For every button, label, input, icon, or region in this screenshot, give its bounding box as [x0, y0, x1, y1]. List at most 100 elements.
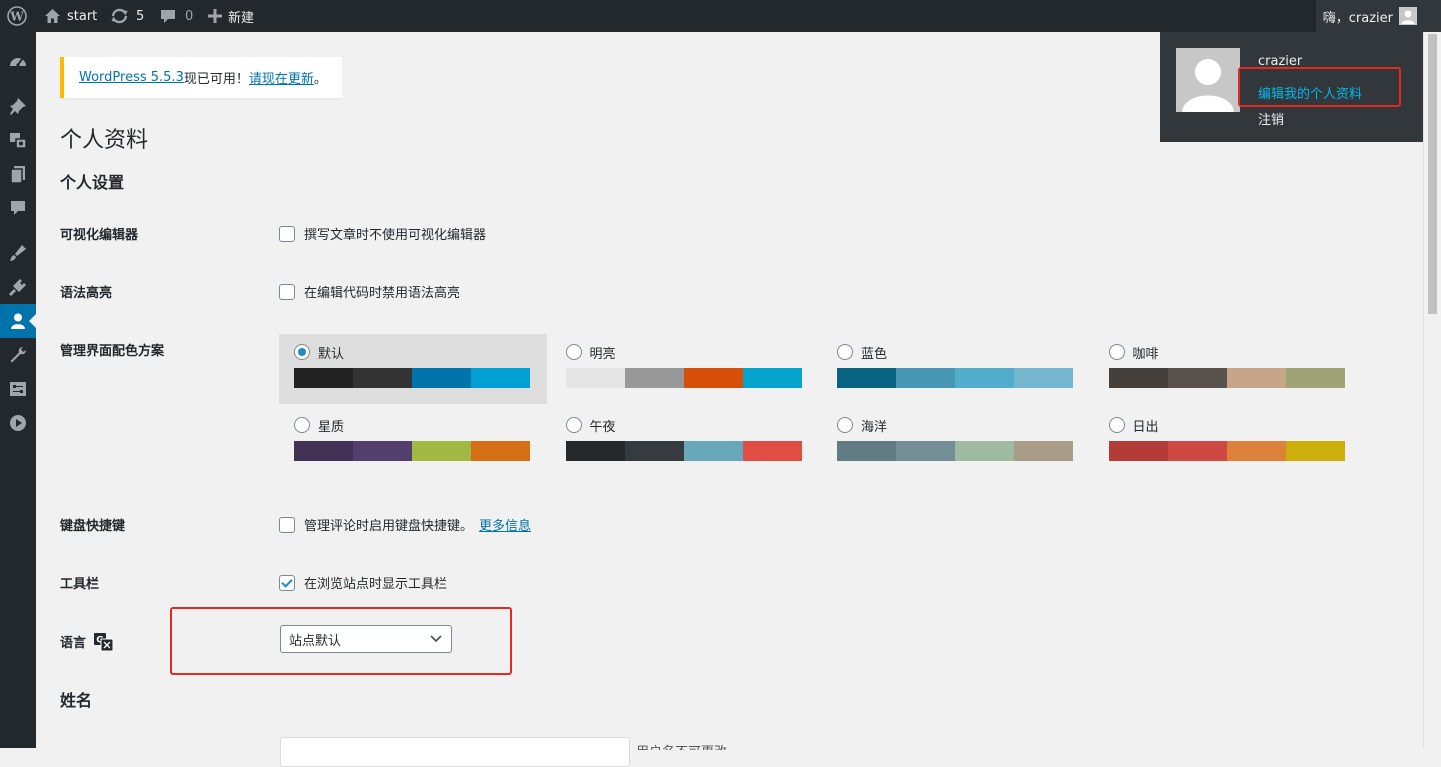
color-scheme-radio[interactable]	[294, 344, 310, 360]
color-scheme-radio[interactable]	[837, 344, 853, 360]
svg-text:W: W	[9, 10, 24, 24]
color-scheme-radio[interactable]	[294, 417, 310, 433]
updates-link[interactable]: 5	[110, 0, 144, 32]
syntax-highlight-label: 语法高亮	[60, 286, 113, 301]
color-scheme-option[interactable]: 海洋	[822, 407, 1090, 477]
color-scheme-option[interactable]: 日出	[1094, 407, 1362, 477]
color-scheme-header: 海洋	[837, 416, 1090, 435]
posts-pin-icon[interactable]	[0, 89, 36, 123]
color-swatches	[294, 368, 547, 388]
vertical-scrollbar[interactable]	[1423, 32, 1441, 748]
collapse-play-icon[interactable]	[0, 406, 36, 440]
my-account-link[interactable]: 嗨，crazier	[1315, 0, 1441, 32]
section-name-heading: 姓名	[60, 691, 93, 710]
notice-text: 现已可用！	[183, 72, 249, 87]
toolbar-checkbox[interactable]	[279, 574, 295, 591]
color-swatch	[1167, 368, 1227, 388]
color-swatches	[294, 441, 547, 461]
color-scheme-header: 蓝色	[837, 343, 1090, 362]
color-swatch	[1285, 368, 1345, 388]
site-name: start	[67, 8, 98, 24]
color-scheme-radio[interactable]	[565, 344, 582, 360]
keyboard-shortcuts-checkbox[interactable]	[279, 516, 295, 533]
color-swatch	[1108, 441, 1168, 461]
keyboard-shortcuts-option: 管理评论时启用键盘快捷键。	[304, 519, 474, 534]
color-scheme-option[interactable]: 蓝色	[822, 334, 1090, 404]
color-scheme-header: 咖啡	[1108, 343, 1362, 362]
keyboard-shortcuts-field[interactable]: 管理评论时启用键盘快捷键。 更多信息	[279, 515, 531, 534]
wordpress-version-link[interactable]: WordPress 5.5.3	[79, 70, 184, 85]
color-swatch	[624, 368, 684, 388]
new-content-link[interactable]: 新建	[208, 0, 254, 32]
notice-end: 。	[313, 72, 327, 87]
color-scheme-header: 明亮	[565, 343, 819, 362]
toolbar-field[interactable]: 在浏览站点时显示工具栏	[279, 573, 447, 592]
syntax-highlight-checkbox[interactable]	[279, 283, 295, 300]
color-scheme-option[interactable]: 明亮	[551, 334, 819, 404]
comments-icon[interactable]	[0, 191, 36, 225]
update-notice: WordPress 5.5.3 现已可用！ 请现在更新。	[60, 57, 342, 98]
username-hint: 用户名不可更改。	[636, 741, 740, 750]
language-label: 语言	[60, 636, 87, 651]
update-now-link[interactable]: 请现在更新	[249, 68, 314, 87]
settings-icon[interactable]	[0, 372, 36, 406]
comments-link[interactable]: 0	[160, 0, 193, 32]
color-scheme-name: 海洋	[861, 419, 888, 435]
color-swatch	[742, 441, 802, 461]
color-scheme-option[interactable]: 星质	[279, 407, 547, 477]
site-name-link[interactable]: start	[44, 0, 97, 32]
avatar-large[interactable]	[1176, 48, 1240, 112]
translation-icon: G	[94, 632, 114, 651]
color-swatch	[837, 368, 896, 388]
color-scheme-radio[interactable]	[1108, 344, 1125, 360]
tools-icon[interactable]	[0, 338, 36, 372]
page-title: 个人资料	[60, 128, 149, 153]
comments-count: 0	[185, 8, 194, 24]
more-info-link[interactable]: 更多信息	[479, 515, 531, 534]
color-scheme-radio[interactable]	[837, 417, 853, 433]
color-scheme-radio[interactable]	[1108, 417, 1125, 433]
visual-editor-checkbox[interactable]	[279, 225, 295, 242]
color-swatches	[565, 441, 819, 461]
color-swatches	[565, 368, 819, 388]
color-swatch	[955, 368, 1014, 388]
color-scheme-option[interactable]: 午夜	[551, 407, 819, 477]
users-icon[interactable]	[0, 304, 36, 338]
color-swatch	[1226, 441, 1286, 461]
syntax-highlight-field[interactable]: 在编辑代码时禁用语法高亮	[279, 282, 460, 301]
color-scheme-name: 午夜	[589, 419, 616, 435]
dashboard-icon[interactable]	[0, 45, 36, 79]
scrollbar-thumb[interactable]	[1428, 34, 1437, 314]
highlight-box-edit-profile	[1238, 67, 1401, 107]
color-scheme-option[interactable]: 默认	[279, 334, 547, 404]
color-scheme-label: 管理界面配色方案	[60, 344, 165, 359]
color-swatch	[1108, 368, 1168, 388]
updates-icon	[111, 8, 128, 24]
logout-link[interactable]: 注销	[1258, 109, 1284, 128]
pages-icon[interactable]	[0, 157, 36, 191]
admin-bar: W start 5 0 新建 嗨，crazier	[0, 0, 1441, 32]
color-scheme-radio[interactable]	[565, 417, 582, 433]
wordpress-logo-icon[interactable]: W	[7, 0, 27, 32]
color-swatch	[412, 441, 471, 461]
username-input[interactable]	[280, 737, 630, 767]
media-icon[interactable]	[0, 123, 36, 157]
color-scheme-option[interactable]: 咖啡	[1094, 334, 1362, 404]
color-swatch	[1167, 441, 1227, 461]
keyboard-shortcuts-label: 键盘快捷键	[60, 519, 126, 534]
color-scheme-header: 默认	[294, 343, 547, 362]
account-greeting: 嗨，crazier	[1322, 10, 1393, 26]
appearance-icon[interactable]	[0, 236, 36, 270]
visual-editor-option: 撰写文章时不使用可视化编辑器	[304, 228, 487, 243]
color-swatch	[1014, 441, 1073, 461]
plugins-icon[interactable]	[0, 270, 36, 304]
color-swatches	[1108, 368, 1362, 388]
color-scheme-header: 星质	[294, 416, 547, 435]
visual-editor-field[interactable]: 撰写文章时不使用可视化编辑器	[279, 224, 486, 243]
color-swatch	[471, 441, 530, 461]
color-scheme-name: 咖啡	[1132, 346, 1159, 362]
color-swatch	[294, 368, 353, 388]
language-label-row: 语言 G	[60, 632, 114, 651]
color-swatch	[294, 441, 353, 461]
color-swatch	[896, 368, 955, 388]
